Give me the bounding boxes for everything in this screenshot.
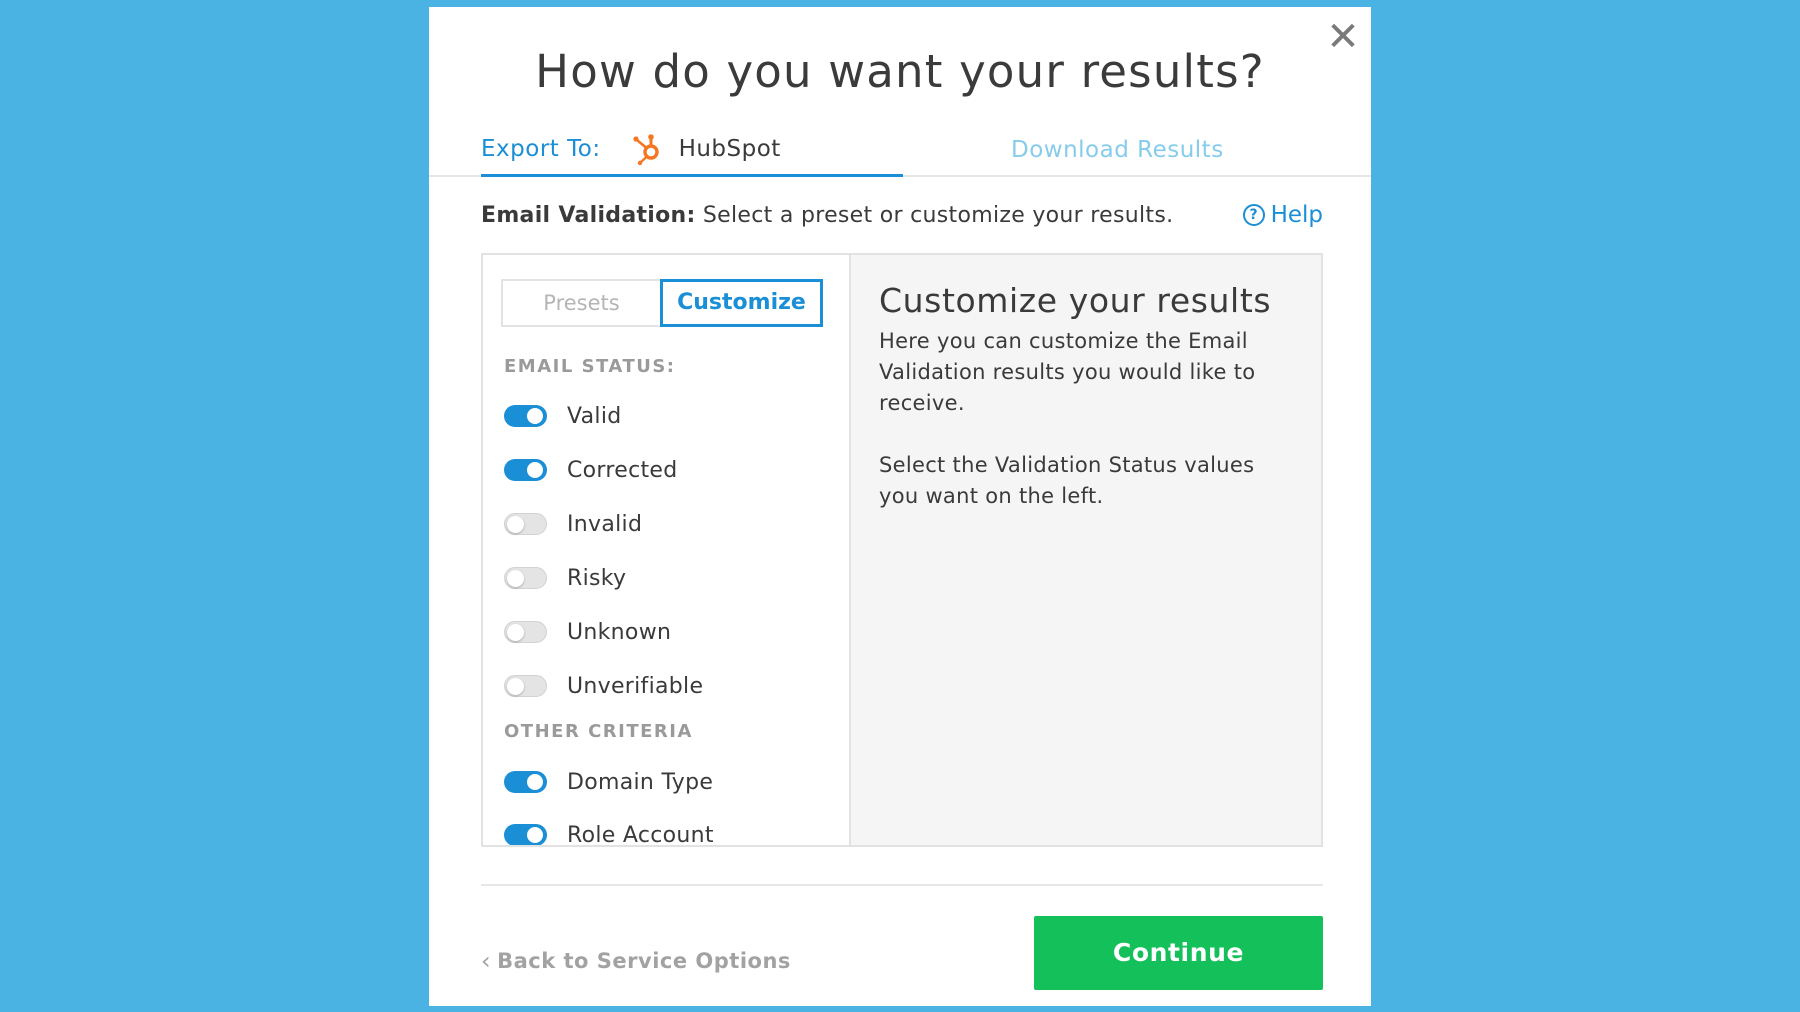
back-label: Back to Service Options	[497, 949, 791, 973]
unverifiable-toggle[interactable]	[504, 675, 547, 697]
customize-button[interactable]: Customize	[660, 279, 823, 327]
hubspot-icon	[632, 133, 659, 165]
valid-toggle[interactable]	[504, 405, 547, 427]
role-account-toggle[interactable]	[504, 824, 547, 845]
risky-toggle[interactable]	[504, 567, 547, 589]
toggle-label: Role Account	[567, 822, 714, 846]
export-modal: ✕ How do you want your results? Export T…	[429, 7, 1371, 1006]
toggle-label: Risky	[567, 565, 627, 591]
toggle-row-domain-type: Domain Type	[504, 767, 713, 797]
help-link[interactable]: ? Help	[1242, 202, 1323, 228]
other-criteria-heading: OTHER CRITERIA	[504, 721, 693, 742]
email-validation-subhead: Email Validation: Select a preset or cus…	[481, 203, 1173, 228]
invalid-toggle[interactable]	[504, 513, 547, 535]
presets-button[interactable]: Presets	[501, 279, 660, 327]
options-column[interactable]: Presets Customize EMAIL STATUS: Valid Co…	[483, 255, 851, 845]
subhead-text: Select a preset or customize your result…	[695, 203, 1174, 228]
footer-divider	[481, 884, 1323, 886]
help-label: Help	[1270, 202, 1323, 228]
customize-panel: Presets Customize EMAIL STATUS: Valid Co…	[481, 253, 1323, 847]
toggle-label: Invalid	[567, 511, 643, 537]
toggle-label: Domain Type	[567, 769, 714, 795]
unknown-toggle[interactable]	[504, 621, 547, 643]
tab-export[interactable]: Export To: HubSpot	[481, 123, 903, 177]
export-to-label: Export To:	[481, 135, 601, 162]
toggle-label: Unknown	[567, 619, 672, 645]
domain-type-toggle[interactable]	[504, 771, 547, 793]
subhead-bold: Email Validation:	[481, 203, 696, 228]
info-column: Customize your results Here you can cust…	[851, 255, 1321, 845]
toggle-row-risky: Risky	[504, 563, 626, 593]
hubspot-label: HubSpot	[678, 135, 781, 162]
toggle-row-unknown: Unknown	[504, 617, 671, 647]
toggle-row-valid: Valid	[504, 401, 622, 431]
email-status-heading: EMAIL STATUS:	[504, 356, 676, 377]
preset-customize-toggle: Presets Customize	[501, 279, 823, 327]
toggle-row-unverifiable: Unverifiable	[504, 671, 703, 701]
modal-title: How do you want your results?	[535, 45, 1265, 98]
back-to-service-options-link[interactable]: ‹ Back to Service Options	[481, 947, 791, 975]
info-heading: Customize your results	[879, 281, 1272, 320]
tab-download-results[interactable]: Download Results	[1011, 137, 1224, 163]
chevron-left-icon: ‹	[481, 947, 492, 975]
toggle-label: Corrected	[567, 457, 678, 483]
info-paragraph-2: Select the Validation Status values you …	[879, 453, 1255, 508]
info-paragraph-1: Here you can customize the Email Validat…	[879, 329, 1256, 415]
tab-bar: Export To: HubSpot Download Results	[429, 123, 1371, 177]
help-icon: ?	[1242, 204, 1265, 226]
toggle-row-role-account: Role Account	[504, 820, 714, 845]
toggle-row-corrected: Corrected	[504, 455, 678, 485]
continue-button[interactable]: Continue	[1034, 916, 1323, 990]
toggle-label: Valid	[567, 403, 622, 429]
toggle-row-invalid: Invalid	[504, 509, 642, 539]
toggle-label: Unverifiable	[567, 673, 704, 699]
corrected-toggle[interactable]	[504, 459, 547, 481]
